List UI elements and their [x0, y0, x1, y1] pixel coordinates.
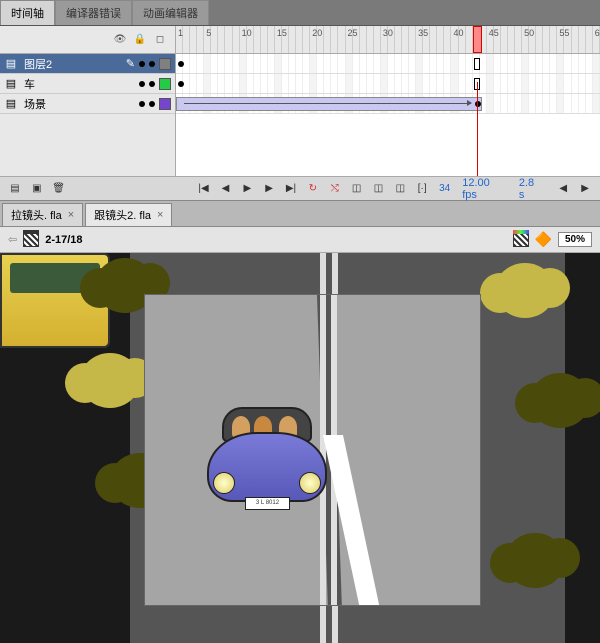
- timeline-panel: 👁 🔒 ◻ ▤ 图层2 ✎ ▤ 车 ▤ 场景 ▤ ▣ 🗑 |◀ ◀ ▶ ▶ ▶|…: [0, 26, 600, 201]
- layer-color-box[interactable]: [159, 98, 171, 110]
- tab-anim-editor[interactable]: 动画编辑器: [132, 0, 209, 25]
- stage[interactable]: 3 L 8012: [0, 253, 600, 643]
- modify-markers-button[interactable]: ◫: [391, 180, 409, 198]
- scroll-right-button[interactable]: ▶: [576, 180, 594, 198]
- goto-last-button[interactable]: ▶|: [282, 180, 300, 198]
- onion-outline-button[interactable]: ◫: [348, 180, 366, 198]
- visibility-dot[interactable]: [139, 101, 145, 107]
- file-tab-label: 跟镜头2. fla: [94, 207, 151, 223]
- step-fwd-button[interactable]: ▶: [260, 180, 278, 198]
- scroll-left-button[interactable]: ◀: [554, 180, 572, 198]
- frames-ruler[interactable]: [176, 26, 600, 53]
- eye-icon[interactable]: 👁: [113, 33, 127, 47]
- layer-type-icon: ▤: [4, 97, 18, 110]
- scene-label: 2-17/18: [45, 234, 82, 246]
- loop-button[interactable]: ↻: [304, 180, 322, 198]
- back-icon[interactable]: ⇦: [8, 233, 17, 246]
- layer-row[interactable]: ▤ 场景: [0, 94, 175, 114]
- file-tabs: 拉镜头. fla × 跟镜头2. fla ×: [0, 201, 600, 227]
- license-plate: 3 L 8012: [245, 497, 290, 510]
- keyframe[interactable]: [178, 81, 184, 87]
- layer-color-box[interactable]: [159, 78, 171, 90]
- timeline-header: 👁 🔒 ◻: [0, 26, 600, 54]
- markers-button[interactable]: [·]: [413, 180, 431, 198]
- elapsed-time-display: 2.8 s: [515, 177, 546, 201]
- pencil-icon: ✎: [126, 57, 135, 70]
- file-tab[interactable]: 跟镜头2. fla ×: [85, 203, 172, 226]
- layer-row[interactable]: ▤ 图层2 ✎: [0, 54, 175, 74]
- car-graphic: 3 L 8012: [207, 407, 327, 512]
- edit-symbol-icon[interactable]: 🔶: [535, 231, 552, 248]
- panel-tabs: 时间轴 编译器错误 动画编辑器: [0, 0, 600, 26]
- layer-name-label: 图层2: [22, 56, 122, 72]
- frames-grid[interactable]: [176, 54, 600, 176]
- new-layer-button[interactable]: ▤: [6, 180, 24, 198]
- file-tab[interactable]: 拉镜头. fla ×: [2, 203, 83, 226]
- keyframe[interactable]: [475, 101, 481, 107]
- close-icon[interactable]: ×: [68, 209, 74, 221]
- layer-type-icon: ▤: [4, 57, 18, 70]
- delete-layer-button[interactable]: 🗑: [50, 180, 68, 198]
- tree-graphic: [495, 263, 555, 333]
- file-tab-label: 拉镜头. fla: [11, 207, 62, 223]
- frame-end[interactable]: [474, 58, 480, 70]
- tree-graphic: [505, 533, 565, 603]
- layer-name-label: 场景: [22, 96, 135, 112]
- new-folder-button[interactable]: ▣: [28, 180, 46, 198]
- keyframe[interactable]: [178, 61, 184, 67]
- current-frame-display: 34: [435, 183, 454, 194]
- clapper-icon: [23, 233, 39, 247]
- tab-compiler-errors[interactable]: 编译器错误: [55, 0, 132, 25]
- frame-row[interactable]: [176, 94, 600, 114]
- playhead-line: [477, 82, 478, 176]
- tween-span[interactable]: [176, 97, 482, 111]
- edit-multiple-button[interactable]: ◫: [370, 180, 388, 198]
- tree-graphic: [80, 353, 140, 423]
- tree-graphic: [530, 373, 590, 443]
- lock-dot[interactable]: [149, 101, 155, 107]
- layer-row[interactable]: ▤ 车: [0, 74, 175, 94]
- visibility-dot[interactable]: [139, 61, 145, 67]
- frame-row[interactable]: [176, 54, 600, 74]
- lock-icon[interactable]: 🔒: [133, 33, 147, 47]
- layer-color-box[interactable]: [159, 58, 171, 70]
- scene-bar: ⇦ 2-17/18 🔶 50%: [0, 227, 600, 253]
- layers-list: ▤ 图层2 ✎ ▤ 车 ▤ 场景: [0, 54, 176, 176]
- tab-timeline[interactable]: 时间轴: [0, 0, 55, 25]
- onion-skin-button[interactable]: ⤭: [326, 180, 344, 198]
- frame-row[interactable]: [176, 74, 600, 94]
- layer-column-header: 👁 🔒 ◻: [0, 26, 176, 53]
- edit-scene-icon[interactable]: [513, 233, 529, 247]
- close-icon[interactable]: ×: [157, 209, 163, 221]
- play-button[interactable]: ▶: [238, 180, 256, 198]
- step-back-button[interactable]: ◀: [217, 180, 235, 198]
- layer-name-label: 车: [22, 76, 135, 92]
- lock-dot[interactable]: [149, 81, 155, 87]
- visibility-dot[interactable]: [139, 81, 145, 87]
- lock-dot[interactable]: [149, 61, 155, 67]
- outline-icon[interactable]: ◻: [153, 33, 167, 47]
- playhead[interactable]: [473, 26, 482, 53]
- fps-display: 12.00 fps: [458, 177, 511, 201]
- layer-type-icon: ▤: [4, 77, 18, 90]
- layers-area: ▤ 图层2 ✎ ▤ 车 ▤ 场景: [0, 54, 600, 176]
- zoom-display[interactable]: 50%: [558, 232, 592, 247]
- timeline-footer: ▤ ▣ 🗑 |◀ ◀ ▶ ▶ ▶| ↻ ⤭ ◫ ◫ ◫ [·] 34 12.00…: [0, 176, 600, 200]
- goto-first-button[interactable]: |◀: [195, 180, 213, 198]
- canvas[interactable]: 3 L 8012: [145, 295, 480, 605]
